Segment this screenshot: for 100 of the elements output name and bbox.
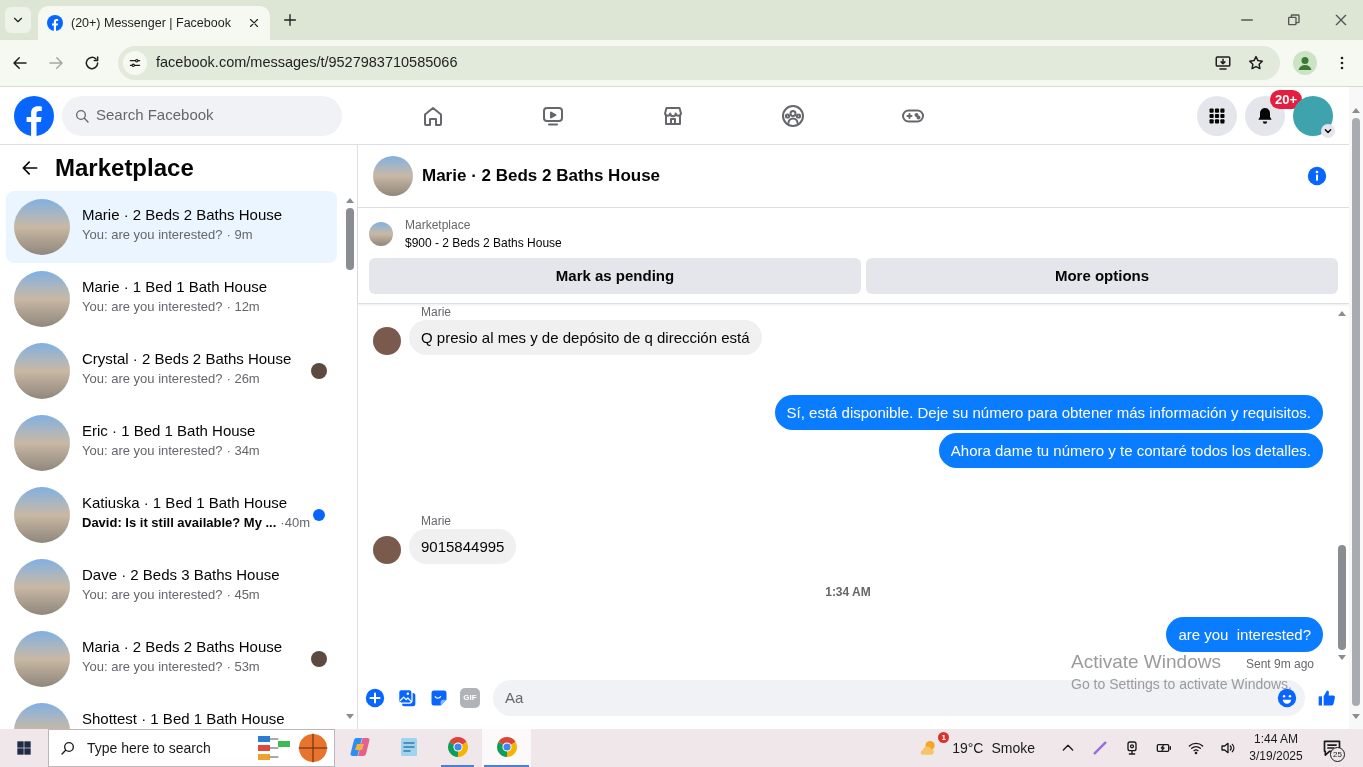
browser-icon: [494, 735, 519, 759]
listing-photo: [369, 222, 393, 246]
notification-center-icon[interactable]: [1322, 738, 1342, 758]
message-preview: David: Is it still available? My ...: [82, 514, 277, 532]
info-icon[interactable]: [1307, 166, 1327, 186]
plus-icon[interactable]: [282, 12, 298, 28]
scroll-down-icon[interactable]: [1337, 654, 1347, 662]
message-time: · 12m: [226, 298, 260, 316]
browser-icon: [445, 735, 470, 759]
scroll-down-icon[interactable]: [345, 713, 355, 721]
thumbs-up-icon[interactable]: [1317, 688, 1337, 708]
message-time: · 9m: [226, 226, 253, 244]
temperature: 19°C: [952, 738, 984, 758]
menu-button[interactable]: [1197, 95, 1237, 136]
search-icon: [60, 740, 76, 756]
listing-photo: [14, 631, 70, 687]
message-time: · 53m: [226, 658, 260, 676]
scrollbar-thumb[interactable]: [1338, 545, 1346, 650]
conversation-title: Katiuska · 1 Bed 1 Bath House: [82, 494, 288, 512]
delivery-status: Sent 9m ago: [1245, 656, 1314, 672]
sender-name: Marie: [421, 513, 451, 529]
sticker-icon[interactable]: [429, 688, 449, 708]
groups-icon[interactable]: [781, 103, 805, 128]
conversation-item[interactable]: Marie · 2 Beds 2 Baths House You: are you interested? · 9m: [6, 191, 337, 263]
add-icon[interactable]: [365, 688, 385, 708]
scrollbar-thumb[interactable]: [346, 208, 354, 270]
taskbar-search-field[interactable]: Type here to search: [48, 729, 335, 767]
conversation-title: Dave · 2 Beds 3 Baths House: [82, 566, 280, 584]
listing-photo: [14, 487, 70, 543]
close-icon[interactable]: [247, 16, 261, 30]
tab-logo-icon: [47, 15, 63, 31]
taskbar-app-button[interactable]: [482, 729, 531, 767]
sidebar-title: Marketplace: [55, 153, 194, 183]
message-preview: You: are you interested?: [82, 586, 223, 604]
pen-icon[interactable]: [1092, 740, 1108, 756]
message-timestamp: 1:34 AM: [825, 584, 871, 600]
outgoing-message: are you interested?: [1166, 617, 1323, 652]
outgoing-message: Ahora dame tu número y te contaré todos los detalles.: [938, 433, 1323, 468]
conversation-title: Crystal · 2 Beds 2 Baths House: [82, 350, 292, 368]
sliders-icon: [128, 56, 142, 70]
message-time: · 45m: [226, 586, 260, 604]
clock-time[interactable]: 1:44 AM: [1254, 731, 1298, 748]
message-preview: You: are you interested?: [82, 658, 223, 676]
sender-name: Marie: [421, 304, 451, 320]
profile-icon[interactable]: [1293, 51, 1317, 75]
scroll-up-icon[interactable]: [345, 196, 355, 204]
conversation-title: Marie · 2 Beds 2 Baths House: [82, 206, 283, 224]
chat-title: Marie · 2 Beds 2 Baths House: [422, 165, 661, 188]
scroll-up-icon[interactable]: [1337, 309, 1347, 317]
conversation-title: Marie · 1 Bed 1 Bath House: [82, 278, 268, 296]
sender-avatar: [373, 327, 401, 355]
message-preview: You: are you interested?: [82, 298, 223, 316]
emoji-icon[interactable]: [1277, 688, 1297, 708]
listing-source: Marketplace: [405, 217, 472, 234]
speaker-icon[interactable]: [1220, 740, 1236, 756]
message-time: ·40m: [280, 514, 310, 532]
photo-icon[interactable]: [397, 688, 417, 708]
tab-list-button[interactable]: [5, 7, 31, 33]
listing-action-button[interactable]: Mark as pending: [369, 258, 861, 294]
scrollbar-thumb[interactable]: [1352, 118, 1360, 706]
logo-icon[interactable]: [14, 95, 54, 136]
search-field[interactable]: Search Facebook: [62, 95, 342, 136]
outgoing-message: Sí, está disponible. Deje su número para obtener más información y requisitos.: [774, 395, 1323, 430]
star-icon[interactable]: [1247, 54, 1265, 72]
listing-action-button[interactable]: More options: [866, 258, 1338, 294]
sender-avatar: [373, 536, 401, 564]
weather-condition: Smoke: [991, 738, 1035, 758]
scroll-up-icon[interactable]: [1351, 106, 1361, 114]
message-preview: You: are you interested?: [82, 226, 223, 244]
install-icon[interactable]: [1214, 54, 1232, 72]
site-info-button[interactable]: [123, 51, 147, 75]
listing-photo: [14, 271, 70, 327]
back-arrow-icon[interactable]: [20, 158, 40, 178]
address-field[interactable]: facebook.com/messages/t/9527983710585066: [118, 46, 1280, 80]
conversation-title: Maria · 2 Beds 2 Baths House: [82, 638, 283, 656]
activation-title: Activate Windows: [1071, 651, 1221, 673]
reload-icon[interactable]: [83, 54, 101, 72]
listing-photo: [373, 156, 413, 196]
message-preview: You: are you interested?: [82, 370, 223, 388]
conversation-title: Eric · 1 Bed 1 Bath House: [82, 422, 256, 440]
listing-name: $900 - 2 Beds 2 Baths House: [405, 235, 562, 252]
clock-date[interactable]: 3/19/2025: [1249, 748, 1303, 765]
camera-icon[interactable]: [1124, 740, 1140, 756]
incoming-message: Q presio al mes y de depósito de q dirección está: [409, 320, 762, 355]
back-icon[interactable]: [11, 54, 29, 72]
search-highlight-icon: [256, 733, 330, 763]
weather-badge: 1: [938, 732, 950, 743]
message-time: · 34m: [226, 442, 260, 460]
bell-icon: [1255, 105, 1275, 126]
listing-photo: [14, 559, 70, 615]
wifi-icon[interactable]: [1188, 740, 1204, 756]
chevron-down-icon[interactable]: [1321, 123, 1335, 138]
incoming-message: 9015844995: [409, 529, 517, 564]
windows-start-icon[interactable]: [16, 740, 32, 756]
restore-icon[interactable]: [1286, 12, 1302, 28]
browser-tab[interactable]: (20+) Messenger | Facebook: [38, 6, 270, 40]
notification-count: 25: [1330, 747, 1345, 762]
scroll-down-icon[interactable]: [1351, 713, 1361, 721]
listing-photo: [14, 199, 70, 255]
listing-photo: [14, 343, 70, 399]
